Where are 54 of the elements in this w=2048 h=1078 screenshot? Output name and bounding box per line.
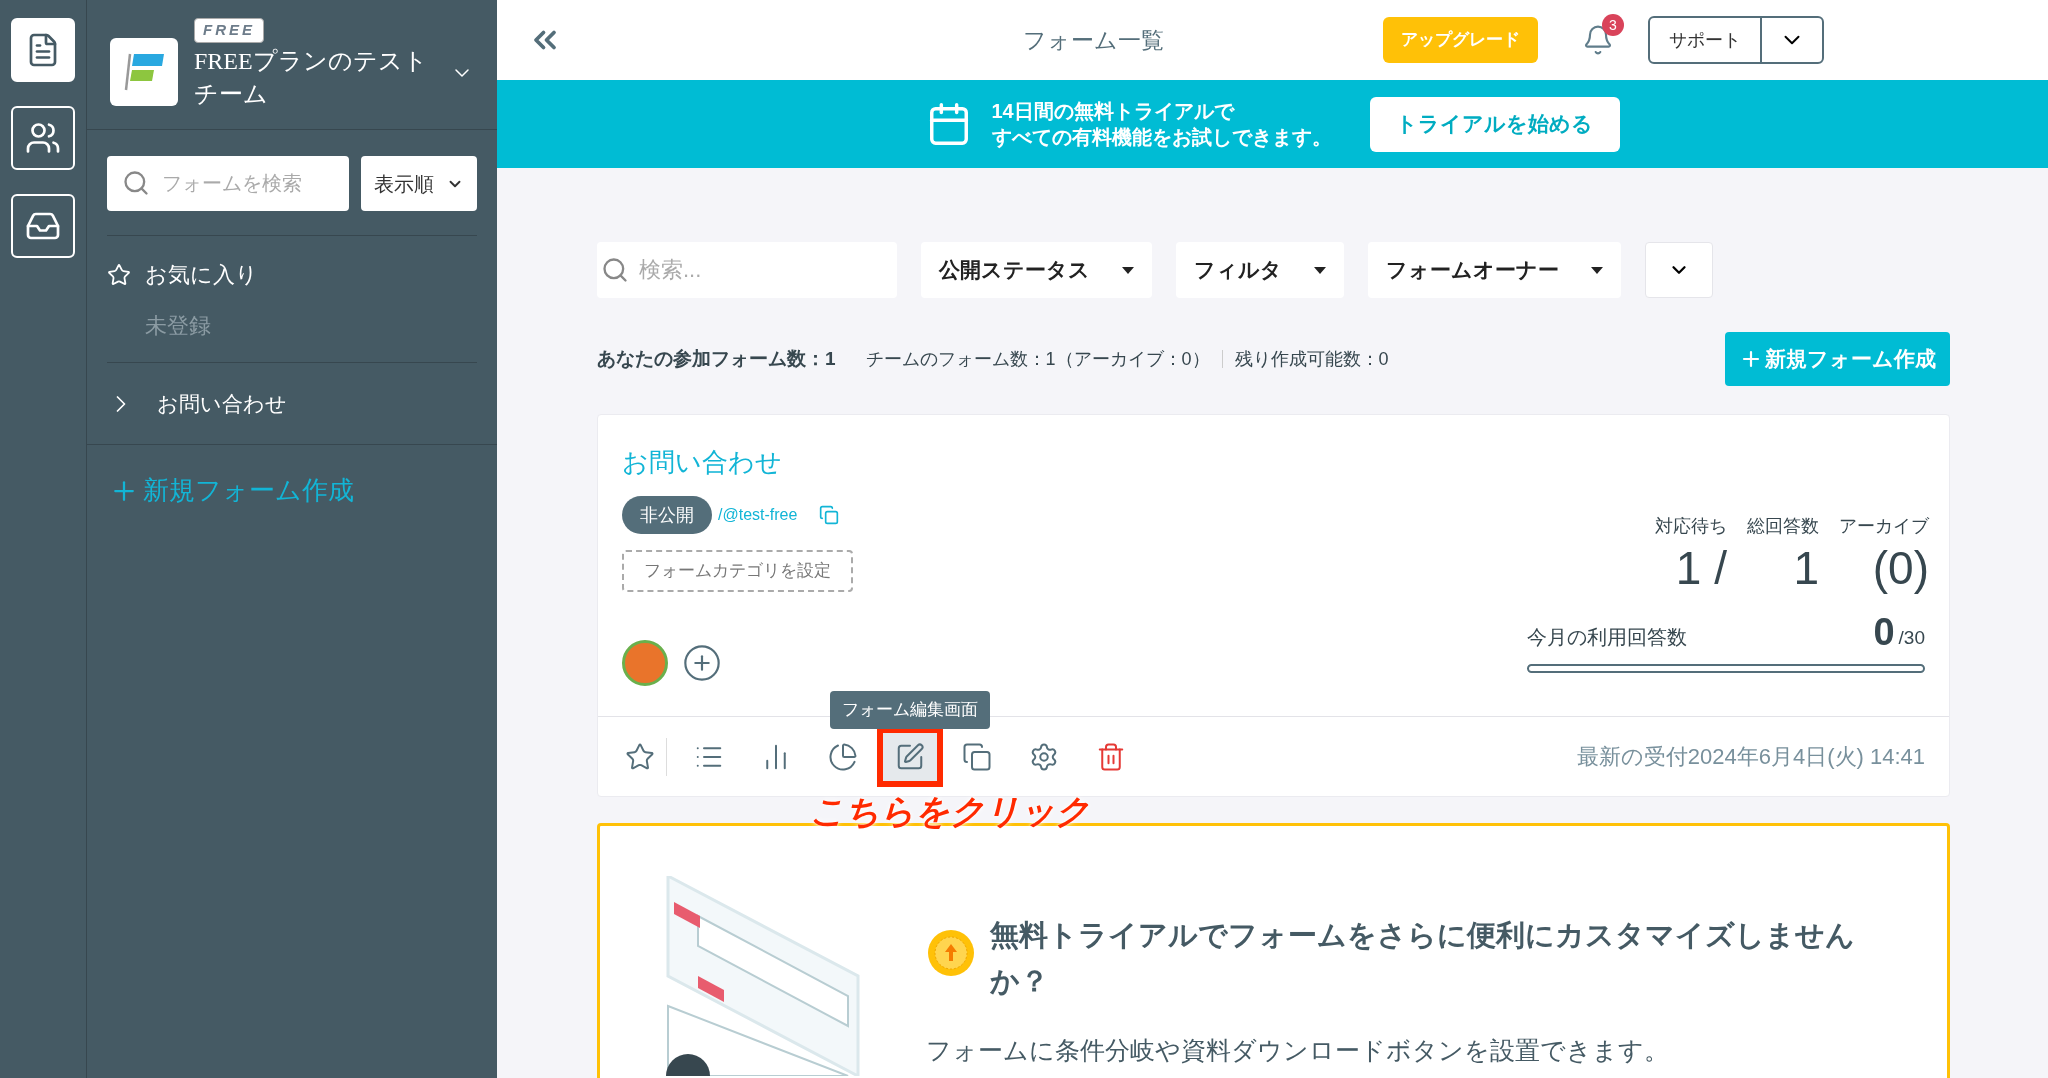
support-dropdown[interactable]: サポート (1648, 16, 1824, 64)
usage-value: 0 (1873, 612, 1895, 652)
rail-button[interactable] (11, 18, 75, 82)
filter-dropdown[interactable]: フォームオーナー (1368, 242, 1621, 298)
search-icon (601, 256, 629, 284)
count-label: アーカイブ (1839, 515, 1929, 538)
action-button[interactable] (876, 726, 943, 787)
search-field[interactable]: 検索... (597, 242, 897, 298)
team-name: FREEプランのテストチーム (194, 46, 429, 109)
logo-icon (110, 37, 178, 106)
empty-label: 未登録 (145, 312, 212, 340)
annotation-text: こちらをクリック (810, 791, 1090, 832)
star-icon (625, 741, 655, 772)
count-value: (0) (1872, 544, 1929, 592)
usage-limit: /30 (1898, 625, 1925, 650)
caret-icon (1314, 266, 1326, 274)
plan-badge: FREE (194, 18, 264, 43)
pie-chart-icon (827, 741, 858, 772)
promo-heading: 無料トライアルでフォームをさらに便利にカスタマイズしませんか？ (990, 918, 1856, 999)
count-label: 総回答数 (1747, 515, 1819, 538)
remaining-count: 残り作成可能数：0 (1234, 347, 1389, 371)
caret-icon (1122, 266, 1134, 274)
promo-body: フォームに条件分岐や資料ダウンロードボタンを設置できます。 (926, 1035, 1670, 1066)
support-button[interactable]: サポート (1650, 18, 1760, 62)
banner-text: 14日間の無料トライアルで (991, 99, 1236, 124)
banner-text: すべての有料機能をお試しできます。 (991, 125, 1332, 150)
rail-button[interactable] (11, 106, 75, 170)
status-badge: 非公開 (622, 496, 712, 534)
avatar (622, 640, 668, 686)
star-icon (107, 262, 131, 287)
copy-icon (961, 741, 992, 772)
rail-button[interactable] (11, 194, 75, 258)
tooltip: フォーム編集画面 (829, 690, 990, 729)
caret-icon (1591, 266, 1603, 274)
latest-received: 最新の受付2024年6月4日(火) 14:41 (1576, 743, 1925, 771)
filter-dropdown[interactable]: 公開ステータス (921, 242, 1152, 298)
sort-dropdown[interactable]: 表示順 (361, 156, 477, 211)
count-value: 1 / (1675, 544, 1727, 592)
category-button[interactable]: フォームカテゴリを設定 (622, 550, 853, 592)
filter-dropdown[interactable]: フィルタ (1176, 242, 1344, 298)
folder-item[interactable]: お問い合わせ (107, 362, 477, 444)
form-search-field[interactable]: フォームを検索 (107, 156, 349, 211)
count-value: 1 (1793, 544, 1819, 592)
favorites-label: お気に入り (145, 261, 258, 289)
team-form-count: チームのフォーム数：1（アーカイブ：0） (865, 347, 1210, 371)
count-label: 対応待ち (1655, 515, 1727, 538)
search-icon (122, 169, 150, 197)
usage-label: 今月の利用回答数 (1527, 625, 1687, 650)
my-form-count: あなたの参加フォーム数：1 (597, 346, 836, 371)
notification-badge: 3 (1602, 14, 1624, 36)
people-icon (25, 120, 61, 156)
page-title: フォーム一覧 (1023, 25, 1165, 55)
add-member-icon[interactable] (682, 643, 722, 683)
upgrade-coin-icon (926, 928, 976, 978)
